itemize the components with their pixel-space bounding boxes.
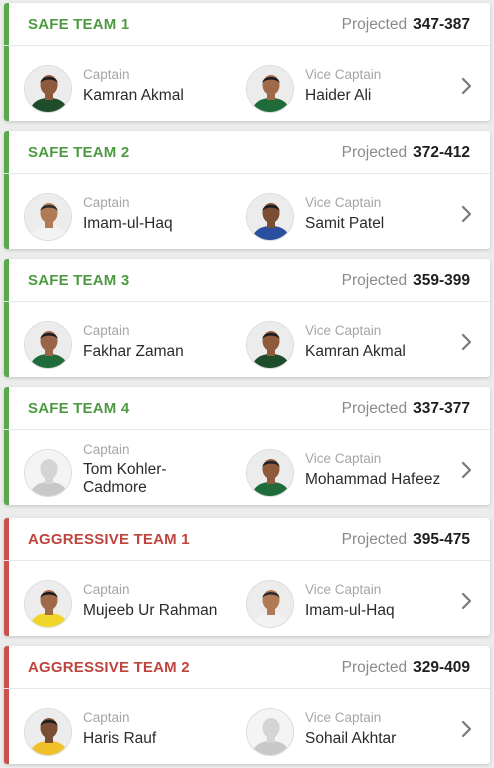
- projected-score: Projected 359-399: [342, 272, 470, 290]
- vice-captain-name: Imam-ul-Haq: [305, 602, 395, 619]
- team-card-body: Captain Fakhar Zaman Vice Captain Kamran…: [4, 302, 490, 377]
- team-card-body: Captain Haris Rauf Vice Captain Sohail A…: [4, 689, 490, 764]
- captain-avatar: [24, 449, 72, 497]
- vice-captain-label: Vice Captain: [305, 451, 382, 466]
- team-card-1[interactable]: SAFE TEAM 1 Projected 347-387 Captain Kam…: [4, 3, 490, 121]
- team-card-2[interactable]: SAFE TEAM 2 Projected 372-412 Captain Ima…: [4, 131, 490, 249]
- team-card-header: SAFE TEAM 3 Projected 359-399: [4, 259, 490, 302]
- team-card-body: Captain Imam-ul-Haq Vice Captain Samit P…: [4, 174, 490, 249]
- vice-captain-label: Vice Captain: [305, 582, 382, 597]
- captain-name: Tom Kohler-Cadmore: [83, 461, 167, 496]
- team-card-body: Captain Mujeeb Ur Rahman Vice Captain Im…: [4, 561, 490, 636]
- team-name: SAFE TEAM 2: [28, 144, 130, 161]
- team-card-header: AGGRESSIVE TEAM 1 Projected 395-475: [4, 518, 490, 561]
- team-card-4[interactable]: SAFE TEAM 4 Projected 337-377 Captain Tom…: [4, 387, 490, 505]
- vice-captain-name: Kamran Akmal: [305, 343, 406, 360]
- vice-captain-avatar: [246, 449, 294, 497]
- projected-label: Projected: [341, 272, 408, 289]
- projected-label: Projected: [341, 16, 408, 33]
- team-card-header: AGGRESSIVE TEAM 2 Projected 329-409: [4, 646, 490, 689]
- team-card-body: Captain Tom Kohler-Cadmore Vice Captain …: [4, 430, 490, 505]
- vice-captain-name: Mohammad Hafeez: [305, 471, 441, 488]
- vice-captain-name: Samit Patel: [305, 215, 385, 232]
- projected-range: 395-475: [413, 531, 470, 548]
- vice-captain-name: Sohail Akhtar: [305, 730, 397, 747]
- vice-captain-avatar: [246, 65, 294, 113]
- projected-score: Projected 347-387: [342, 16, 470, 34]
- team-name: SAFE TEAM 1: [28, 16, 130, 33]
- captain-label: Captain: [83, 710, 130, 725]
- chevron-right-icon[interactable]: [460, 76, 474, 96]
- team-name: SAFE TEAM 3: [28, 272, 130, 289]
- team-name: SAFE TEAM 4: [28, 400, 130, 417]
- vice-captain-label: Vice Captain: [305, 710, 382, 725]
- projected-score: Projected 395-475: [342, 531, 470, 549]
- captain-label: Captain: [83, 195, 130, 210]
- captain-name: Mujeeb Ur Rahman: [83, 602, 218, 619]
- chevron-right-icon[interactable]: [460, 591, 474, 611]
- team-card-6[interactable]: AGGRESSIVE TEAM 2 Projected 329-409 Capta…: [4, 646, 490, 764]
- captain-avatar: [24, 708, 72, 756]
- captain-label: Captain: [83, 323, 130, 338]
- chevron-right-icon[interactable]: [460, 719, 474, 739]
- team-card-5[interactable]: AGGRESSIVE TEAM 1 Projected 395-475 Capta…: [4, 518, 490, 636]
- captain-avatar: [24, 321, 72, 369]
- vice-captain-label: Vice Captain: [305, 67, 382, 82]
- chevron-right-icon[interactable]: [460, 204, 474, 224]
- team-name: AGGRESSIVE TEAM 1: [28, 531, 190, 548]
- vice-captain-avatar: [246, 321, 294, 369]
- team-card-header: SAFE TEAM 4 Projected 337-377: [4, 387, 490, 430]
- vice-captain-avatar: [246, 708, 294, 756]
- chevron-right-icon[interactable]: [460, 332, 474, 352]
- vice-captain-name: Haider Ali: [305, 87, 372, 104]
- projected-label: Projected: [341, 531, 408, 548]
- projected-score: Projected 372-412: [342, 144, 470, 162]
- captain-label: Captain: [83, 582, 130, 597]
- projected-label: Projected: [341, 400, 408, 417]
- captain-name: Haris Rauf: [83, 730, 157, 747]
- projected-range: 359-399: [413, 272, 470, 289]
- captain-label: Captain: [83, 67, 130, 82]
- projected-range: 347-387: [413, 16, 470, 33]
- projected-range: 372-412: [413, 144, 470, 161]
- captain-avatar: [24, 65, 72, 113]
- captain-name: Fakhar Zaman: [83, 343, 184, 360]
- vice-captain-avatar: [246, 580, 294, 628]
- team-name: AGGRESSIVE TEAM 2: [28, 659, 190, 676]
- captain-name: Kamran Akmal: [83, 87, 184, 104]
- vice-captain-label: Vice Captain: [305, 195, 382, 210]
- team-card-header: SAFE TEAM 1 Projected 347-387: [4, 3, 490, 46]
- team-card-header: SAFE TEAM 2 Projected 372-412: [4, 131, 490, 174]
- captain-avatar: [24, 580, 72, 628]
- captain-name: Imam-ul-Haq: [83, 215, 173, 232]
- vice-captain-label: Vice Captain: [305, 323, 382, 338]
- chevron-right-icon[interactable]: [460, 460, 474, 480]
- projected-score: Projected 337-377: [342, 400, 470, 418]
- projected-range: 329-409: [413, 659, 470, 676]
- projected-label: Projected: [341, 659, 408, 676]
- team-card-3[interactable]: SAFE TEAM 3 Projected 359-399 Captain Fak…: [4, 259, 490, 377]
- captain-label: Captain: [83, 442, 130, 457]
- team-card-body: Captain Kamran Akmal Vice Captain Haider…: [4, 46, 490, 121]
- vice-captain-avatar: [246, 193, 294, 241]
- projected-label: Projected: [341, 144, 408, 161]
- projected-range: 337-377: [413, 400, 470, 417]
- captain-avatar: [24, 193, 72, 241]
- projected-score: Projected 329-409: [342, 659, 470, 677]
